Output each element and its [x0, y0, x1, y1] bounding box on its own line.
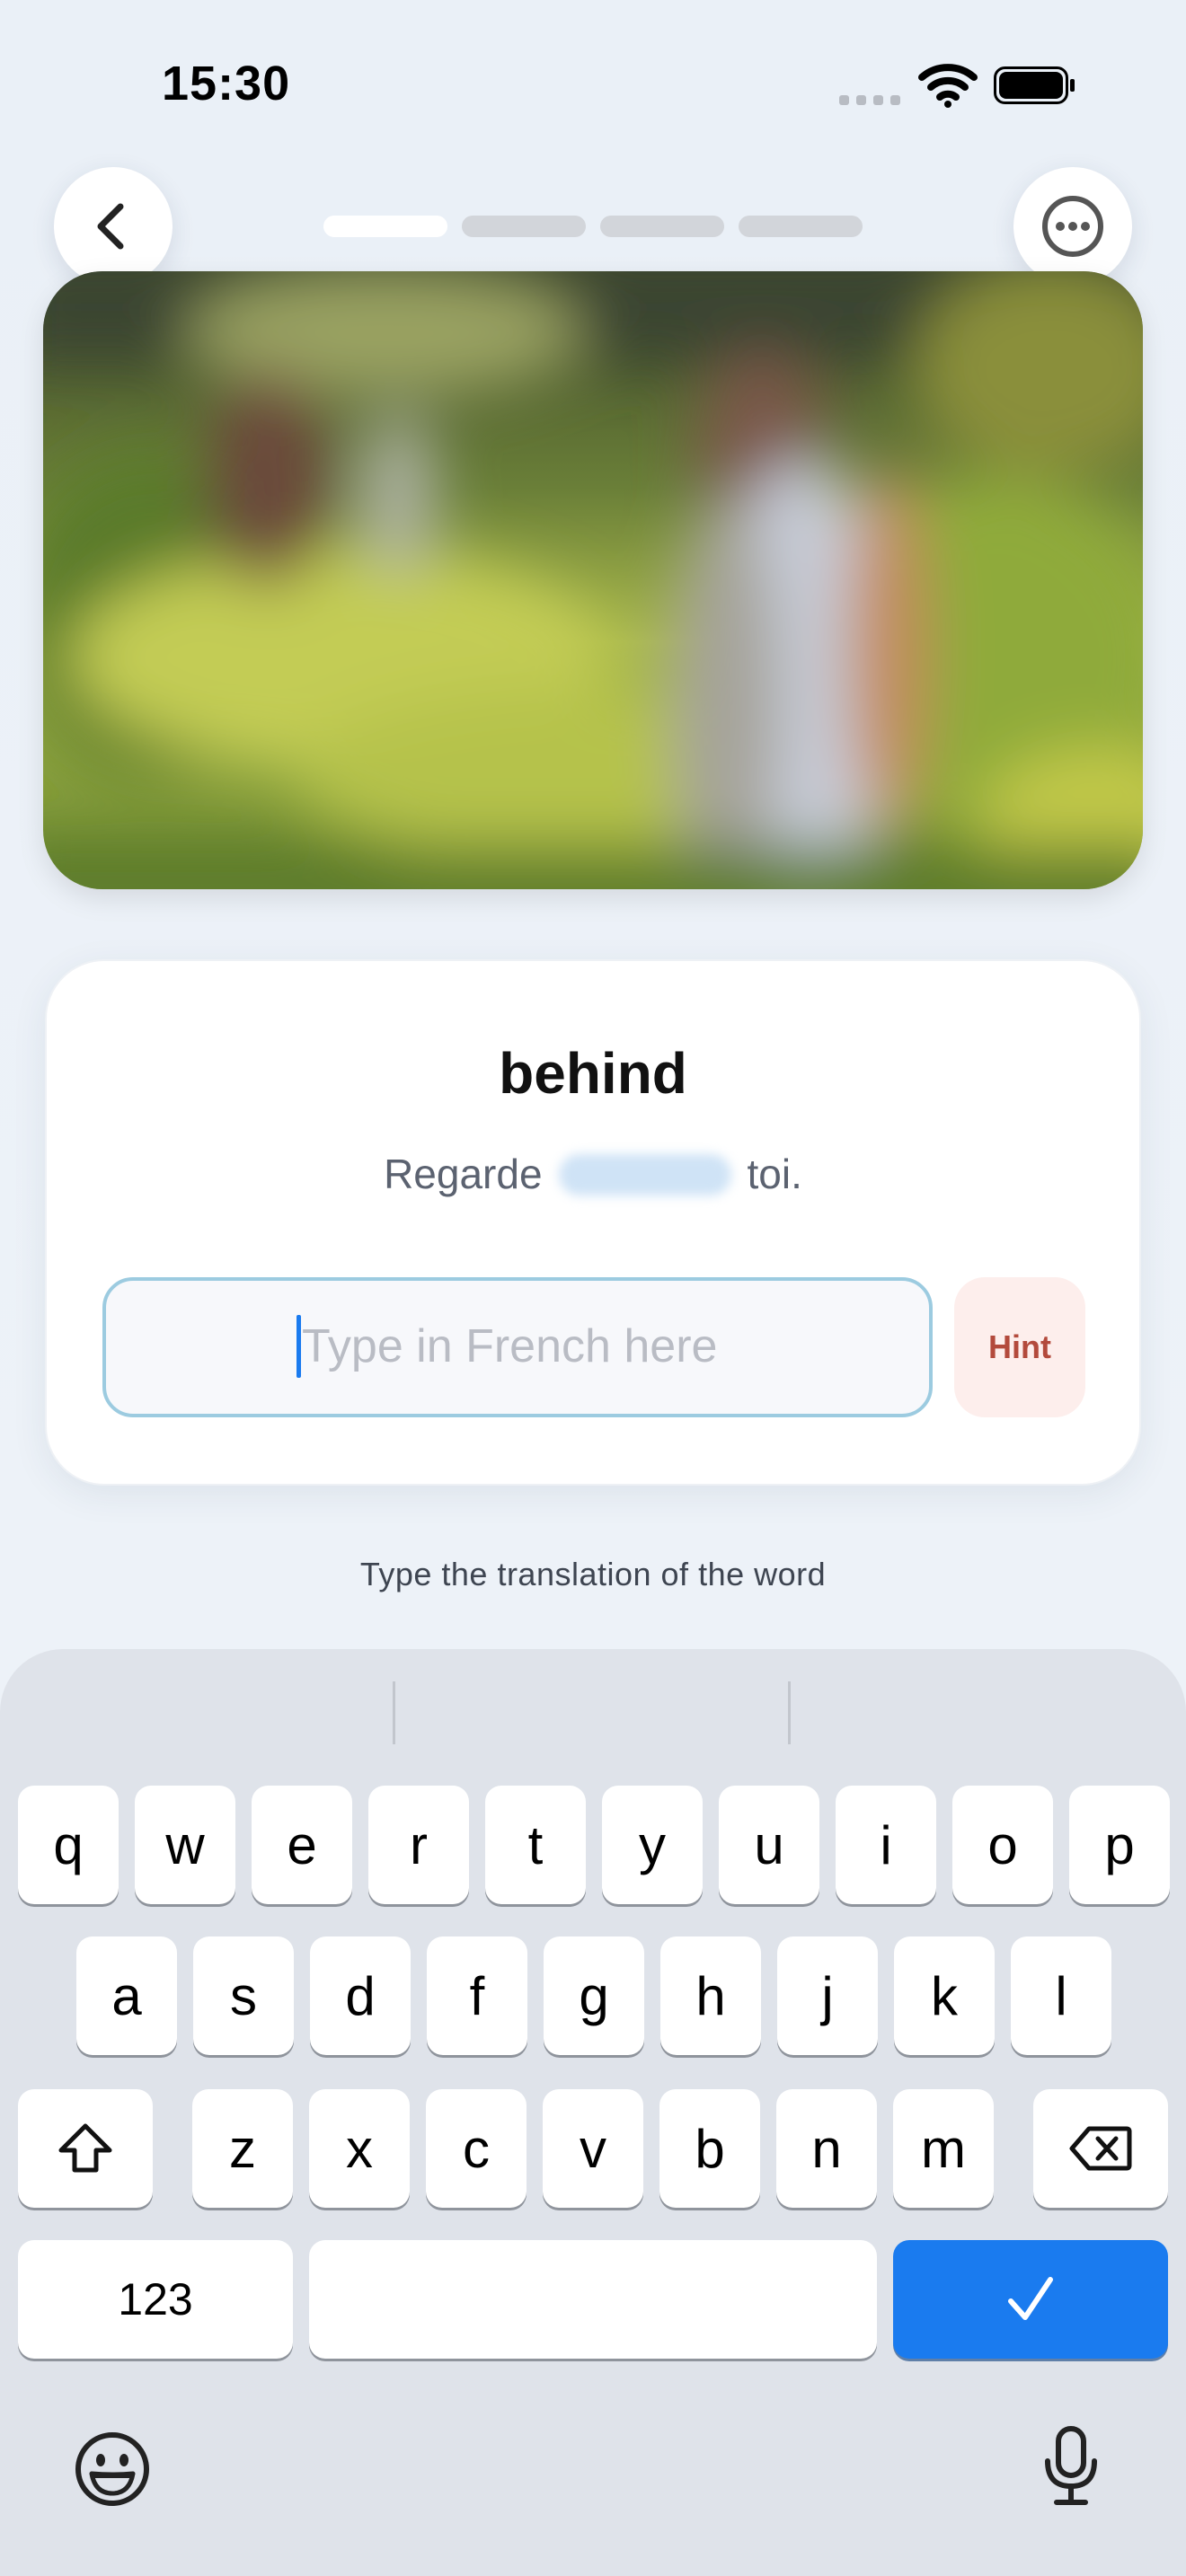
- hidden-word-blur: [558, 1154, 731, 1195]
- key-e[interactable]: e: [252, 1786, 352, 1904]
- hint-button[interactable]: Hint: [954, 1277, 1085, 1417]
- sentence-start: Regarde: [384, 1151, 543, 1197]
- cellular-signal-icon: [839, 93, 907, 110]
- key-i[interactable]: i: [836, 1786, 936, 1904]
- ellipsis-circle-icon: [1042, 196, 1103, 257]
- delete-key[interactable]: [1033, 2089, 1168, 2208]
- key-r[interactable]: r: [368, 1786, 469, 1904]
- key-j[interactable]: j: [777, 1936, 878, 2055]
- key-h[interactable]: h: [660, 1936, 761, 2055]
- lesson-photo: [43, 271, 1143, 889]
- back-button[interactable]: [54, 167, 173, 286]
- battery-icon: [994, 66, 1075, 104]
- progress-segment: [739, 216, 863, 237]
- shift-key[interactable]: [18, 2089, 153, 2208]
- answer-input[interactable]: [302, 1315, 751, 1378]
- sentence-end: toi.: [747, 1151, 802, 1197]
- key-b[interactable]: b: [659, 2089, 760, 2208]
- microphone-icon: [1045, 2426, 1097, 2505]
- shift-icon: [58, 2123, 112, 2173]
- chevron-left-icon: [97, 203, 124, 250]
- key-c[interactable]: c: [426, 2089, 527, 2208]
- key-g[interactable]: g: [544, 1936, 644, 2055]
- space-key[interactable]: [309, 2240, 877, 2359]
- key-s[interactable]: s: [193, 1936, 294, 2055]
- target-word: behind: [499, 1041, 687, 1106]
- wifi-icon: [918, 64, 978, 108]
- emoji-icon: [75, 2432, 149, 2506]
- key-f[interactable]: f: [427, 1936, 527, 2055]
- key-m[interactable]: m: [893, 2089, 994, 2208]
- key-o[interactable]: o: [952, 1786, 1053, 1904]
- key-q[interactable]: q: [18, 1786, 119, 1904]
- submit-key[interactable]: [893, 2240, 1168, 2359]
- key-l[interactable]: l: [1011, 1936, 1111, 2055]
- text-caret: [296, 1315, 301, 1378]
- key-v[interactable]: v: [543, 2089, 643, 2208]
- numbers-key[interactable]: 123: [18, 2240, 293, 2359]
- key-p[interactable]: p: [1069, 1786, 1170, 1904]
- exercise-card: behind Regarde toi. Hint: [45, 959, 1141, 1486]
- key-u[interactable]: u: [719, 1786, 819, 1904]
- instruction-text: Type the translation of the word: [359, 1556, 827, 1592]
- key-k[interactable]: k: [894, 1936, 995, 2055]
- key-y[interactable]: y: [602, 1786, 703, 1904]
- key-a[interactable]: a: [76, 1936, 177, 2055]
- emoji-button[interactable]: [74, 2430, 151, 2512]
- key-n[interactable]: n: [776, 2089, 877, 2208]
- suggestion-divider: [788, 1681, 791, 1744]
- backspace-icon: [1069, 2126, 1132, 2171]
- key-z[interactable]: z: [192, 2089, 293, 2208]
- progress-segment: [462, 216, 586, 237]
- status-time: 15:30: [162, 57, 291, 110]
- key-t[interactable]: t: [485, 1786, 586, 1904]
- example-sentence: Regarde toi.: [47, 1150, 1139, 1198]
- key-w[interactable]: w: [135, 1786, 235, 1904]
- progress-segment: [600, 216, 724, 237]
- checkmark-icon: [1008, 2277, 1053, 2320]
- lesson-progress: [323, 216, 863, 237]
- suggestion-divider: [393, 1681, 395, 1744]
- progress-segment: [323, 216, 447, 237]
- more-options-button[interactable]: [1013, 167, 1132, 286]
- key-x[interactable]: x: [309, 2089, 410, 2208]
- microphone-button[interactable]: [1042, 2425, 1100, 2510]
- key-d[interactable]: d: [310, 1936, 411, 2055]
